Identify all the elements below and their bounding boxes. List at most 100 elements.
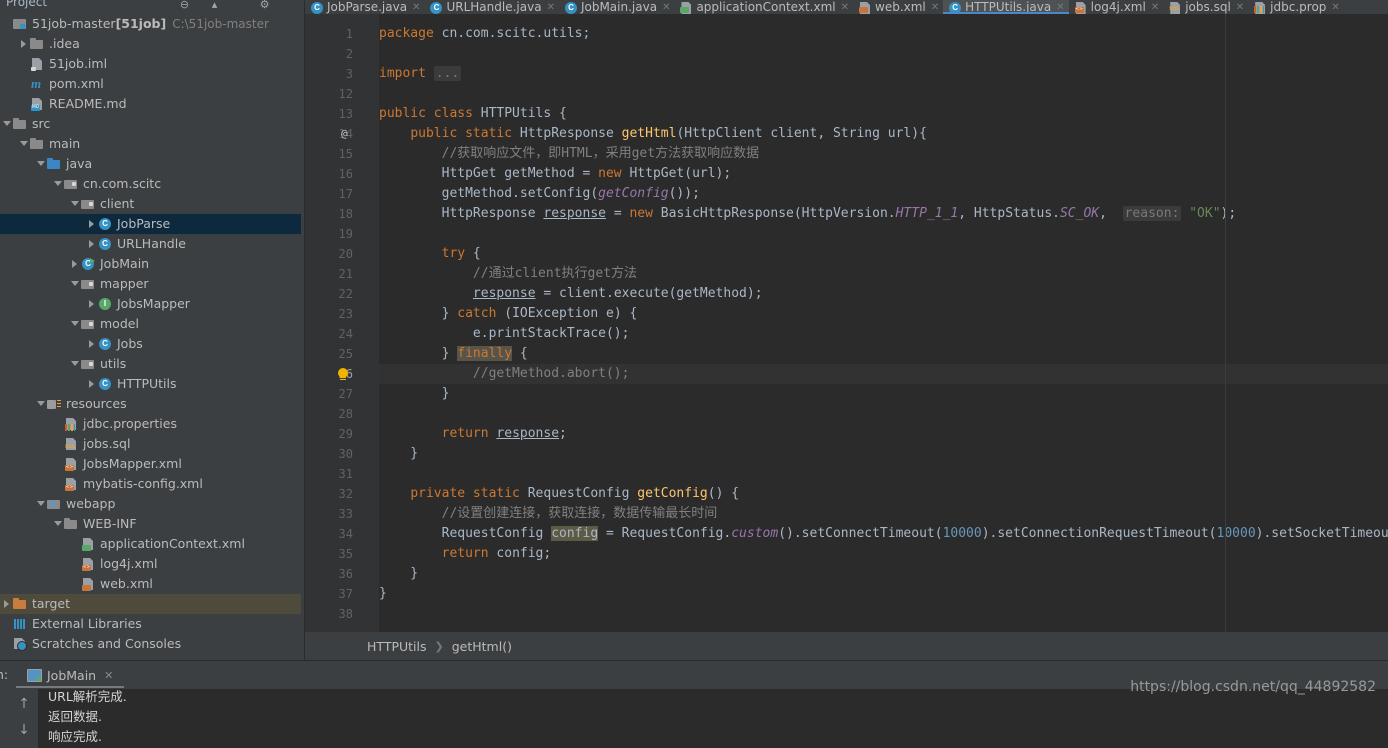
breadcrumb-method[interactable]: getHtml() bbox=[452, 639, 512, 654]
close-icon[interactable]: ✕ bbox=[841, 2, 849, 13]
tree-item-jobmain[interactable]: JobMain bbox=[0, 254, 305, 274]
chevron-right-icon[interactable] bbox=[70, 254, 81, 274]
chevron-up-icon[interactable]: ▴ bbox=[208, 0, 221, 11]
close-icon[interactable]: ✕ bbox=[662, 2, 670, 13]
tree-item-resources[interactable]: resources bbox=[0, 394, 305, 414]
editor-tab-jobparse-java[interactable]: JobParse.java ✕ bbox=[305, 0, 424, 14]
chevron-down-icon[interactable] bbox=[36, 154, 47, 174]
code-line: response = client.execute(getMethod); bbox=[472, 286, 763, 301]
tree-item-main[interactable]: main bbox=[0, 134, 305, 154]
editor-tab-httputils-java[interactable]: HTTPUtils.java ✕ bbox=[943, 0, 1070, 14]
close-icon[interactable]: ✕ bbox=[412, 2, 420, 13]
tree-item-readme-md[interactable]: README.md bbox=[0, 94, 305, 114]
scroll-down-icon[interactable]: ↓ bbox=[16, 721, 32, 739]
chevron-down-icon[interactable] bbox=[70, 314, 81, 334]
close-icon[interactable]: ✕ bbox=[104, 669, 113, 682]
tree-item-51job-iml[interactable]: 51job.iml bbox=[0, 54, 305, 74]
chevron-right-icon[interactable] bbox=[87, 374, 98, 394]
close-icon[interactable]: ✕ bbox=[931, 2, 939, 13]
tree-item-jobsmapper-xml[interactable]: JobsMapper.xml bbox=[0, 454, 305, 474]
lightbulb-intention-icon[interactable] bbox=[337, 367, 349, 381]
tree-item-model[interactable]: model bbox=[0, 314, 305, 334]
chevron-down-icon[interactable] bbox=[70, 194, 81, 214]
tree-item-log4j-xml[interactable]: log4j.xml bbox=[0, 554, 305, 574]
chevron-down-icon[interactable] bbox=[36, 494, 47, 514]
tree-item-webapp[interactable]: webapp bbox=[0, 494, 305, 514]
editor-tab-jobmain-java[interactable]: JobMain.java ✕ bbox=[559, 0, 675, 14]
tree-item-urlhandle[interactable]: URLHandle bbox=[0, 234, 305, 254]
tree-item-client[interactable]: client bbox=[0, 194, 305, 214]
tree-item-jobsmapper[interactable]: JobsMapper bbox=[0, 294, 305, 314]
chevron-right-icon[interactable] bbox=[87, 334, 98, 354]
code-line: return response; bbox=[441, 426, 567, 441]
tree-item-jdbc-properties[interactable]: jdbc.properties bbox=[0, 414, 305, 434]
tree-item-label: HTTPUtils bbox=[117, 376, 177, 391]
editor-tab-label: jdbc.prop bbox=[1270, 0, 1327, 14]
tree-item-jobs-sql[interactable]: jobs.sql bbox=[0, 434, 305, 454]
project-tree[interactable]: 51job-master [51job] C:\51job-master .idea… bbox=[0, 14, 305, 660]
close-icon[interactable]: ✕ bbox=[1331, 2, 1339, 13]
chevron-right-icon[interactable] bbox=[87, 214, 98, 234]
tree-item-mapper[interactable]: mapper bbox=[0, 274, 305, 294]
package-icon bbox=[81, 357, 96, 371]
tree-item-src[interactable]: src bbox=[0, 114, 305, 134]
tree-item-web-xml[interactable]: web.xml bbox=[0, 574, 305, 594]
tree-item-51job-master[interactable]: 51job-master [51job] C:\51job-master bbox=[0, 14, 305, 34]
close-icon[interactable]: ✕ bbox=[1236, 2, 1244, 13]
chevron-down-icon[interactable] bbox=[19, 134, 30, 154]
tree-item-jobs[interactable]: Jobs bbox=[0, 334, 305, 354]
code-line: public static HttpResponse getHtml(HttpC… bbox=[410, 126, 927, 141]
editor-tab-jobs-sql[interactable]: jobs.sql ✕ bbox=[1163, 0, 1248, 14]
chevron-right-icon[interactable] bbox=[19, 34, 30, 54]
editor-gutter[interactable]: 1 2 3 12 13 14 15 16 17 18 19 20 21 22 23 24 25 26 27 28 29 3… bbox=[305, 14, 359, 632]
tree-item-target[interactable]: target bbox=[0, 594, 305, 614]
chevron-down-icon[interactable] bbox=[36, 394, 47, 414]
collapse-all-icon[interactable]: ⊖ bbox=[178, 0, 191, 11]
annotation-gutter-icon[interactable]: @ bbox=[341, 124, 348, 144]
ide-window: Project ⊖ ▴ ⚙ 51job-master [51job] C:\51j… bbox=[0, 0, 1388, 748]
editor-tab-applicationcontext-xml[interactable]: applicationContext.xml ✕ bbox=[674, 0, 853, 14]
chevron-down-icon[interactable] bbox=[70, 354, 81, 374]
java-class-icon bbox=[98, 237, 113, 251]
tree-item-mybatis-config-xml[interactable]: mybatis-config.xml bbox=[0, 474, 305, 494]
close-icon[interactable]: ✕ bbox=[1056, 2, 1064, 13]
tree-item-java[interactable]: java bbox=[0, 154, 305, 174]
close-icon[interactable]: ✕ bbox=[1151, 2, 1159, 13]
tree-item-utils[interactable]: utils bbox=[0, 354, 305, 374]
chevron-down-icon[interactable] bbox=[2, 114, 13, 134]
scroll-up-icon[interactable]: ↑ bbox=[16, 695, 32, 713]
editor-tab-log4j-xml[interactable]: log4j.xml ✕ bbox=[1069, 0, 1164, 14]
chevron-down-icon[interactable] bbox=[53, 514, 64, 534]
tree-item-jobparse[interactable]: JobParse bbox=[0, 214, 305, 234]
code-area[interactable]: package cn.com.scitc.utils; import ... pub… bbox=[379, 14, 1388, 632]
editor-tab-bar[interactable]: JobParse.java✕URLHandle.java✕JobMain.jav… bbox=[305, 0, 1388, 14]
tree-item-scratches-and-consoles[interactable]: Scratches and Consoles bbox=[0, 634, 305, 654]
tree-item-external-libraries[interactable]: External Libraries bbox=[0, 614, 305, 634]
code-editor[interactable]: 1 2 3 12 13 14 15 16 17 18 19 20 21 22 23 24 25 26 27 28 29 3… bbox=[305, 14, 1388, 632]
chevron-right-icon[interactable] bbox=[2, 594, 13, 614]
editor-fold-gutter[interactable] bbox=[359, 14, 430, 632]
line-number: 21 bbox=[338, 267, 353, 281]
editor-tab-web-xml[interactable]: web.xml ✕ bbox=[853, 0, 943, 14]
tree-item-label: Scratches and Consoles bbox=[32, 636, 182, 651]
chevron-right-icon[interactable] bbox=[87, 294, 98, 314]
chevron-right-icon[interactable] bbox=[87, 234, 98, 254]
close-icon[interactable]: ✕ bbox=[547, 2, 555, 13]
tree-item-httputils[interactable]: HTTPUtils bbox=[0, 374, 305, 394]
tree-item--idea[interactable]: .idea bbox=[0, 34, 305, 54]
tree-item-cn-com-scitc[interactable]: cn.com.scitc bbox=[0, 174, 305, 194]
breadcrumb-class[interactable]: HTTPUtils bbox=[367, 639, 427, 654]
tree-item-label: target bbox=[32, 596, 71, 611]
run-tab-jobmain[interactable]: JobMain ✕ bbox=[26, 664, 113, 686]
editor-tab-jdbc-prop[interactable]: jdbc.prop ✕ bbox=[1248, 0, 1344, 14]
console-output[interactable]: URL解析完成. 返回数据. 响应完成. bbox=[38, 689, 1388, 748]
chevron-down-icon[interactable] bbox=[70, 274, 81, 294]
tree-item-applicationcontext-xml[interactable]: applicationContext.xml bbox=[0, 534, 305, 554]
tree-item-pom-xml[interactable]: pom.xml bbox=[0, 74, 305, 94]
settings-icon[interactable]: ⚙ bbox=[258, 0, 271, 11]
editor-tab-urlhandle-java[interactable]: URLHandle.java ✕ bbox=[424, 0, 558, 14]
chevron-down-icon[interactable] bbox=[53, 174, 64, 194]
tree-item-web-inf[interactable]: WEB-INF bbox=[0, 514, 305, 534]
